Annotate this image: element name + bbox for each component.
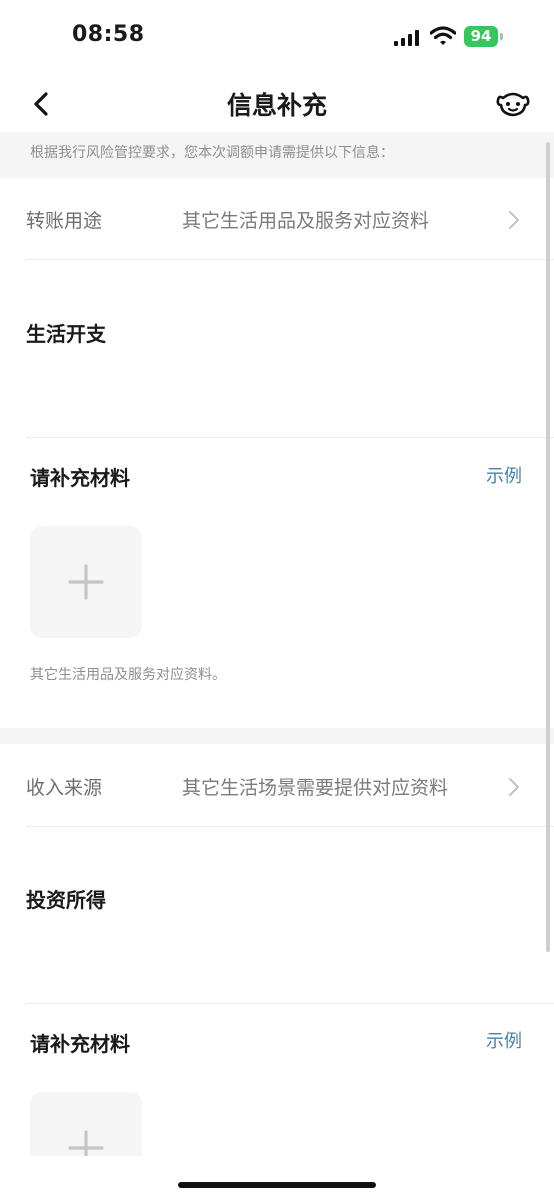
plus-icon <box>68 564 104 600</box>
divider <box>26 826 554 827</box>
transfer-purpose-label: 转账用途 <box>26 210 103 232</box>
home-indicator[interactable] <box>178 1182 376 1188</box>
wifi-icon <box>430 26 456 45</box>
battery-indicator: 94 <box>464 26 504 47</box>
transfer-purpose-selected: 生活开支 <box>26 322 106 346</box>
chevron-right-icon[interactable] <box>508 777 520 797</box>
divider <box>26 1003 554 1004</box>
example-link[interactable]: 示例 <box>486 462 522 488</box>
robot-dog-icon[interactable] <box>496 90 530 120</box>
status-bar: 08:58 94 <box>0 0 554 72</box>
page-title: 信息补充 <box>226 91 327 120</box>
example-link[interactable]: 示例 <box>486 1027 522 1053</box>
materials-hint: 其它生活用品及服务对应资料。 <box>30 667 226 683</box>
chevron-right-icon[interactable] <box>508 210 520 230</box>
battery-level: 94 <box>470 27 492 45</box>
income-source-value[interactable]: 其它生活场景需要提供对应资料 <box>182 773 448 800</box>
divider <box>26 259 554 260</box>
nav-bar: 信息补充 <box>0 72 554 132</box>
notice-text: 根据我行风险管控要求，您本次调额申请需提供以下信息： <box>30 145 394 161</box>
divider <box>26 437 554 438</box>
transfer-purpose-value[interactable]: 其它生活用品及服务对应资料 <box>182 206 429 233</box>
income-source-label: 收入来源 <box>26 777 103 799</box>
signal-icon <box>394 30 419 46</box>
plus-icon <box>68 1130 104 1156</box>
battery-cap <box>500 33 503 40</box>
materials-title: 请补充材料 <box>30 1032 130 1056</box>
section-separator <box>0 728 554 744</box>
notice-banner: 根据我行风险管控要求，您本次调额申请需提供以下信息： <box>0 132 554 178</box>
status-time: 08:58 <box>72 22 145 47</box>
materials-title: 请补充材料 <box>30 466 130 490</box>
scrollbar[interactable] <box>546 142 550 952</box>
upload-button[interactable] <box>30 526 142 638</box>
upload-button[interactable] <box>30 1092 142 1156</box>
income-source-selected: 投资所得 <box>26 888 106 912</box>
